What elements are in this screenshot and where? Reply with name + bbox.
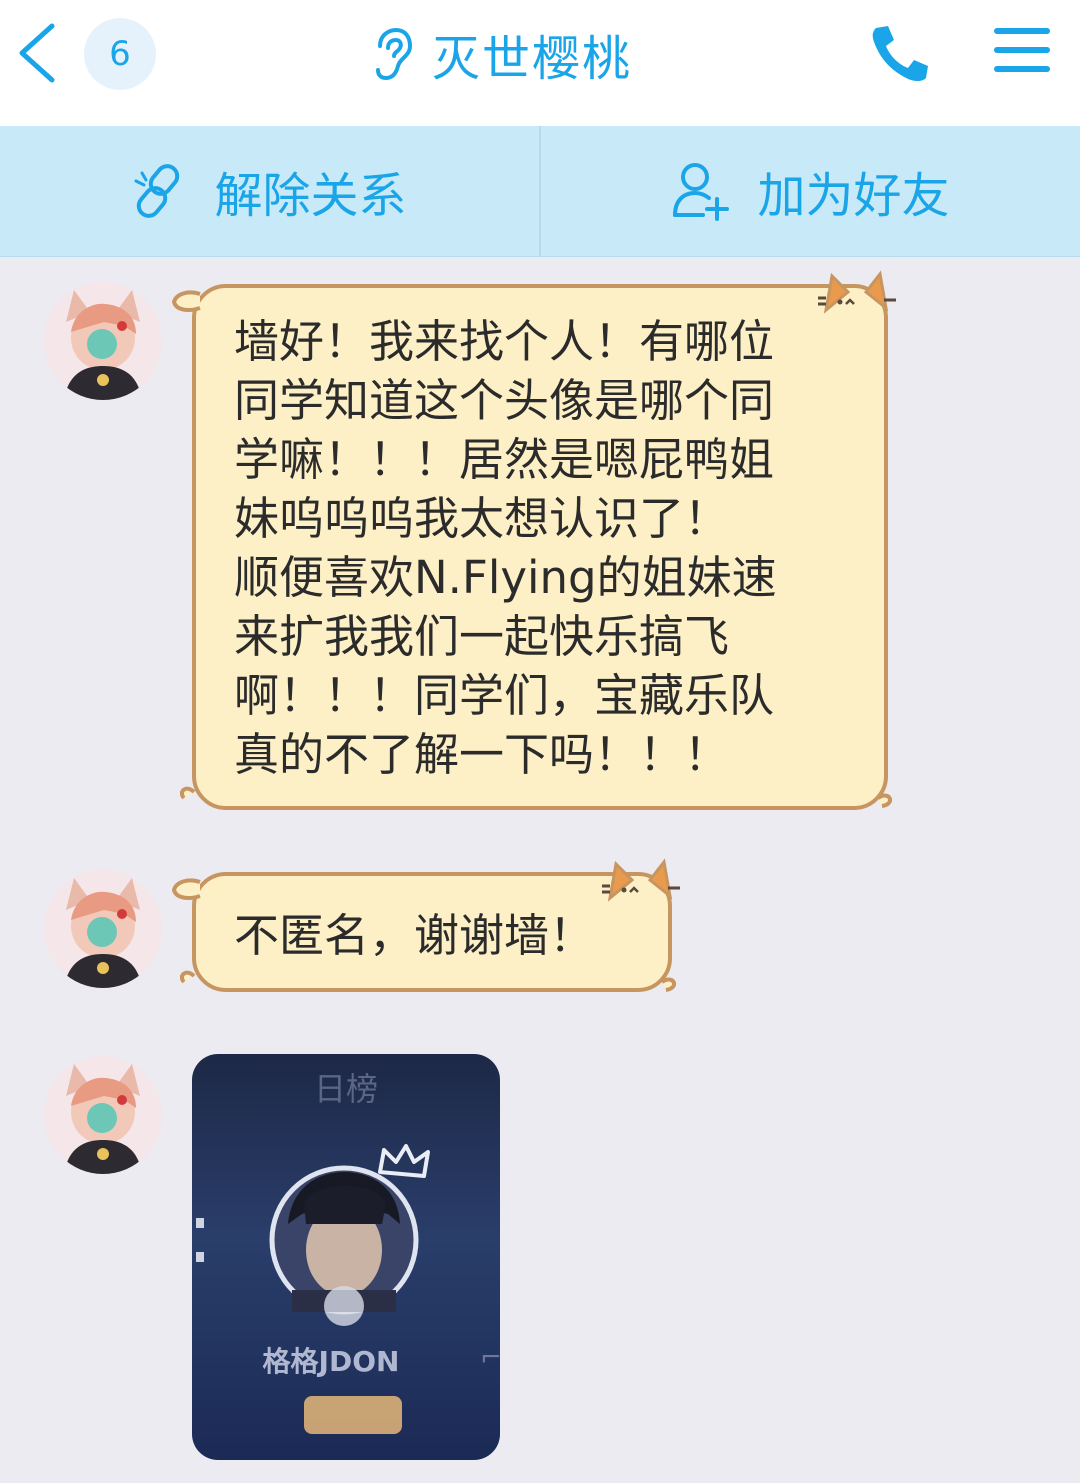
sender-avatar[interactable]	[44, 282, 162, 400]
unread-count-badge[interactable]: 6	[84, 18, 156, 90]
image-name-label: 格格JDON	[262, 1345, 400, 1378]
cat-ear-decoration	[602, 858, 680, 902]
sender-avatar[interactable]	[44, 870, 162, 988]
svg-text:⌐: ⌐	[480, 1343, 500, 1373]
chat-title-group[interactable]: 灭世樱桃	[370, 22, 633, 87]
add-friend-label: 加为好友	[757, 168, 950, 224]
image-message[interactable]: 日榜 ⌐ 格格JDON	[192, 1054, 500, 1460]
cat-paws-decoration	[179, 786, 893, 808]
unlink-label: 解除关系	[214, 168, 407, 224]
menu-icon[interactable]	[994, 26, 1050, 74]
profile-photo: ⌐	[196, 1144, 500, 1434]
unlink-icon	[134, 164, 180, 218]
message-bubble[interactable]: 墙好！我来找个人！有哪位 同学知道这个头像是哪个同 学嘛！！！居然是嗯屁鸭姐 妹…	[192, 284, 888, 810]
bubble-tail	[171, 878, 201, 900]
sender-avatar[interactable]	[44, 1056, 162, 1174]
cat-ear-decoration	[818, 270, 896, 314]
unlink-button[interactable]: 解除关系	[0, 126, 539, 256]
relationship-action-bar: 解除关系 加为好友	[0, 126, 1080, 257]
chevron-left-icon[interactable]	[14, 22, 62, 84]
message-text: 不匿名，谢谢墙！	[234, 909, 595, 962]
bubble-tail	[171, 290, 201, 312]
chat-title: 灭世樱桃	[432, 31, 633, 87]
add-friend-icon	[673, 163, 730, 221]
ear-icon	[376, 27, 413, 81]
chat-header: 6 灭世樱桃	[0, 0, 1080, 126]
phone-icon[interactable]	[866, 22, 932, 84]
message-text: 墙好！我来找个人！有哪位 同学知道这个头像是哪个同 学嘛！！！居然是嗯屁鸭姐 妹…	[234, 315, 777, 781]
cat-paws-decoration	[179, 970, 677, 992]
add-friend-button[interactable]: 加为好友	[539, 126, 1080, 256]
